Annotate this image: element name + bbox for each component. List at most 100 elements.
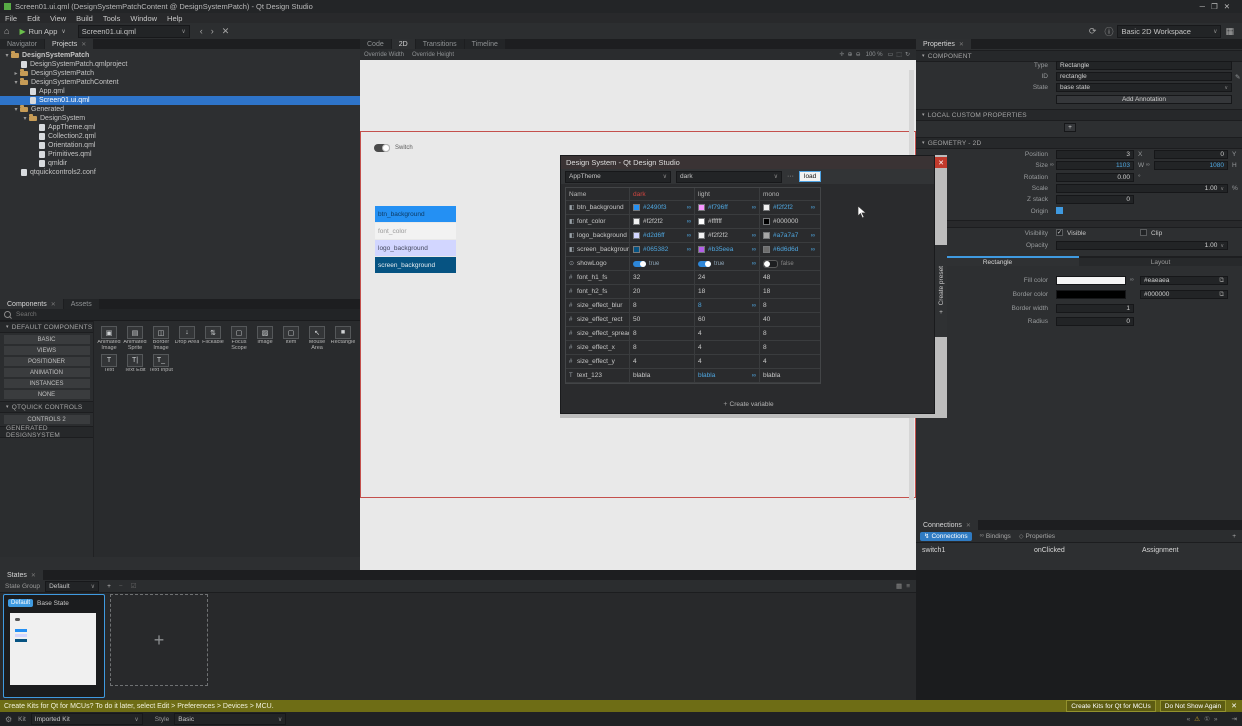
- category-positioner[interactable]: POSITIONER: [4, 357, 90, 366]
- size-h-field[interactable]: 1080: [1154, 161, 1228, 170]
- link-icon[interactable]: ∞: [687, 205, 691, 211]
- list-view-icon[interactable]: ≡: [906, 583, 910, 590]
- dialog-titlebar[interactable]: Design System - Qt Design Studio: [561, 156, 934, 169]
- variable-name-cell[interactable]: #font_h2_fs: [566, 285, 630, 298]
- border-color-swatch[interactable]: [1056, 290, 1126, 299]
- tab-projects[interactable]: Projects✕: [45, 39, 93, 49]
- tree-item[interactable]: ▾DesignSystemPatchContent: [0, 78, 360, 87]
- menu-view[interactable]: View: [50, 14, 66, 23]
- component-rectangle[interactable]: ■Rectangle: [330, 326, 356, 352]
- bindings-filter-button[interactable]: ∞Bindings: [980, 533, 1011, 540]
- link-icon[interactable]: ∞: [811, 247, 815, 253]
- toggle-true[interactable]: [633, 261, 646, 267]
- variable-name-cell[interactable]: #size_effect_rect: [566, 313, 630, 326]
- variable-name-cell[interactable]: ◧btn_background: [566, 201, 630, 214]
- state-select[interactable]: base state∨: [1056, 83, 1232, 92]
- menu-file[interactable]: File: [5, 14, 17, 23]
- info-count-icon[interactable]: ①: [1204, 715, 1210, 723]
- close-icon[interactable]: ✕: [31, 572, 36, 579]
- remove-state-group-icon[interactable]: −: [119, 583, 123, 590]
- state-group-select[interactable]: Default∨: [45, 581, 99, 592]
- warning-icon[interactable]: ⚠: [1194, 715, 1200, 723]
- link-icon[interactable]: ∞: [752, 247, 756, 253]
- menu-tools[interactable]: Tools: [103, 14, 121, 23]
- zoom-out-icon[interactable]: ⊖: [856, 51, 861, 58]
- tree-item[interactable]: ▾DesignSystem: [0, 114, 360, 123]
- value-cell[interactable]: 48: [760, 271, 818, 284]
- state-card-base[interactable]: Default Base State: [3, 594, 105, 698]
- pan-icon[interactable]: ✛: [840, 51, 845, 58]
- next-issue-icon[interactable]: »: [1214, 716, 1218, 723]
- component-image[interactable]: ▨Image: [252, 326, 278, 352]
- category-none[interactable]: NONE: [4, 390, 90, 399]
- component-item[interactable]: ▢Item: [278, 326, 304, 352]
- value-cell[interactable]: #d2d6ff∞: [630, 229, 695, 242]
- connection-target[interactable]: switch1: [922, 547, 1034, 554]
- back-icon[interactable]: ‹: [200, 26, 203, 36]
- caret-icon[interactable]: ▾: [12, 106, 20, 113]
- id-field[interactable]: rectangle: [1056, 72, 1232, 81]
- tab-timeline[interactable]: Timeline: [465, 39, 505, 49]
- section-qtquick-controls[interactable]: ▾ QTQUICK CONTROLS: [0, 401, 93, 413]
- type-field[interactable]: Rectangle: [1056, 61, 1232, 70]
- add-property-button[interactable]: +: [1064, 123, 1076, 132]
- properties-filter-button[interactable]: ◇Properties: [1019, 533, 1055, 540]
- column-header-light[interactable]: light: [695, 188, 760, 200]
- component-text[interactable]: TText: [96, 354, 122, 380]
- value-cell[interactable]: 8: [760, 341, 818, 354]
- origin-selector[interactable]: [1056, 207, 1063, 214]
- tree-item[interactable]: qtquickcontrols2.conf: [0, 168, 360, 177]
- switch-control[interactable]: Switch: [374, 144, 413, 152]
- value-cell[interactable]: blabla: [630, 369, 695, 382]
- dismiss-notification-icon[interactable]: ✕: [1231, 702, 1237, 710]
- tree-item[interactable]: qmldir: [0, 159, 360, 168]
- close-icon[interactable]: ✕: [51, 301, 56, 308]
- link-icon[interactable]: ∞: [1050, 162, 1054, 168]
- menu-window[interactable]: Window: [130, 14, 157, 23]
- output-pane-toggle-icon[interactable]: ⇥: [1232, 715, 1237, 723]
- value-cell[interactable]: 18: [695, 285, 760, 298]
- opacity-field[interactable]: 1.00∨: [1056, 241, 1228, 250]
- link-icon[interactable]: ∞: [687, 247, 691, 253]
- home-icon[interactable]: ⌂: [4, 26, 9, 36]
- variable-name-cell[interactable]: #size_effect_blur: [566, 299, 630, 312]
- value-cell[interactable]: 60: [695, 313, 760, 326]
- value-cell[interactable]: 20: [630, 285, 695, 298]
- link-icon[interactable]: ∞: [752, 233, 756, 239]
- variable-name-cell[interactable]: ◧logo_background: [566, 229, 630, 242]
- value-cell[interactable]: 8∞: [695, 299, 760, 312]
- link-icon[interactable]: ∞: [687, 219, 691, 225]
- workspace-selector[interactable]: Basic 2D Workspace∨: [1117, 25, 1221, 38]
- tab-connections[interactable]: Connections✕: [916, 520, 978, 530]
- link-icon[interactable]: ∞: [687, 233, 691, 239]
- prev-issue-icon[interactable]: «: [1187, 716, 1191, 723]
- link-icon[interactable]: ∞: [752, 261, 756, 267]
- value-cell[interactable]: #ffffff: [695, 215, 760, 228]
- tab-properties[interactable]: Properties✕: [916, 39, 971, 49]
- canvas-item-btn_background[interactable]: btn_background: [375, 206, 456, 222]
- clip-checkbox[interactable]: [1140, 229, 1147, 236]
- link-icon[interactable]: ∞: [811, 233, 815, 239]
- tree-item[interactable]: App.qml: [0, 87, 360, 96]
- value-cell[interactable]: 4: [630, 355, 695, 368]
- fill-color-swatch[interactable]: [1056, 276, 1126, 285]
- canvas-item-font_color[interactable]: font_color: [375, 223, 456, 239]
- zoom-level[interactable]: 100 %: [866, 52, 883, 58]
- fit-icon[interactable]: ▭: [888, 51, 894, 58]
- value-cell[interactable]: #f2f2f2∞: [695, 229, 760, 242]
- value-cell[interactable]: 4: [760, 355, 818, 368]
- close-button[interactable]: ✕: [1224, 2, 1236, 11]
- tab-2d[interactable]: 2D: [392, 39, 415, 49]
- toggle-false[interactable]: [763, 260, 778, 268]
- search-input[interactable]: [14, 310, 218, 319]
- tree-item[interactable]: Orientation.qml: [0, 141, 360, 150]
- style-selector[interactable]: Basic∨: [174, 713, 286, 725]
- link-icon[interactable]: ∞: [1146, 162, 1150, 168]
- run-app-button[interactable]: Run App: [29, 27, 58, 36]
- caret-icon[interactable]: ▾: [12, 79, 20, 86]
- category-controls-2[interactable]: CONTROLS 2: [4, 415, 90, 424]
- visible-checkbox[interactable]: ✓: [1056, 229, 1063, 236]
- caret-icon[interactable]: ▾: [3, 52, 11, 59]
- load-button[interactable]: load: [799, 171, 821, 182]
- tree-item[interactable]: ▾DesignSystemPatch: [0, 51, 360, 60]
